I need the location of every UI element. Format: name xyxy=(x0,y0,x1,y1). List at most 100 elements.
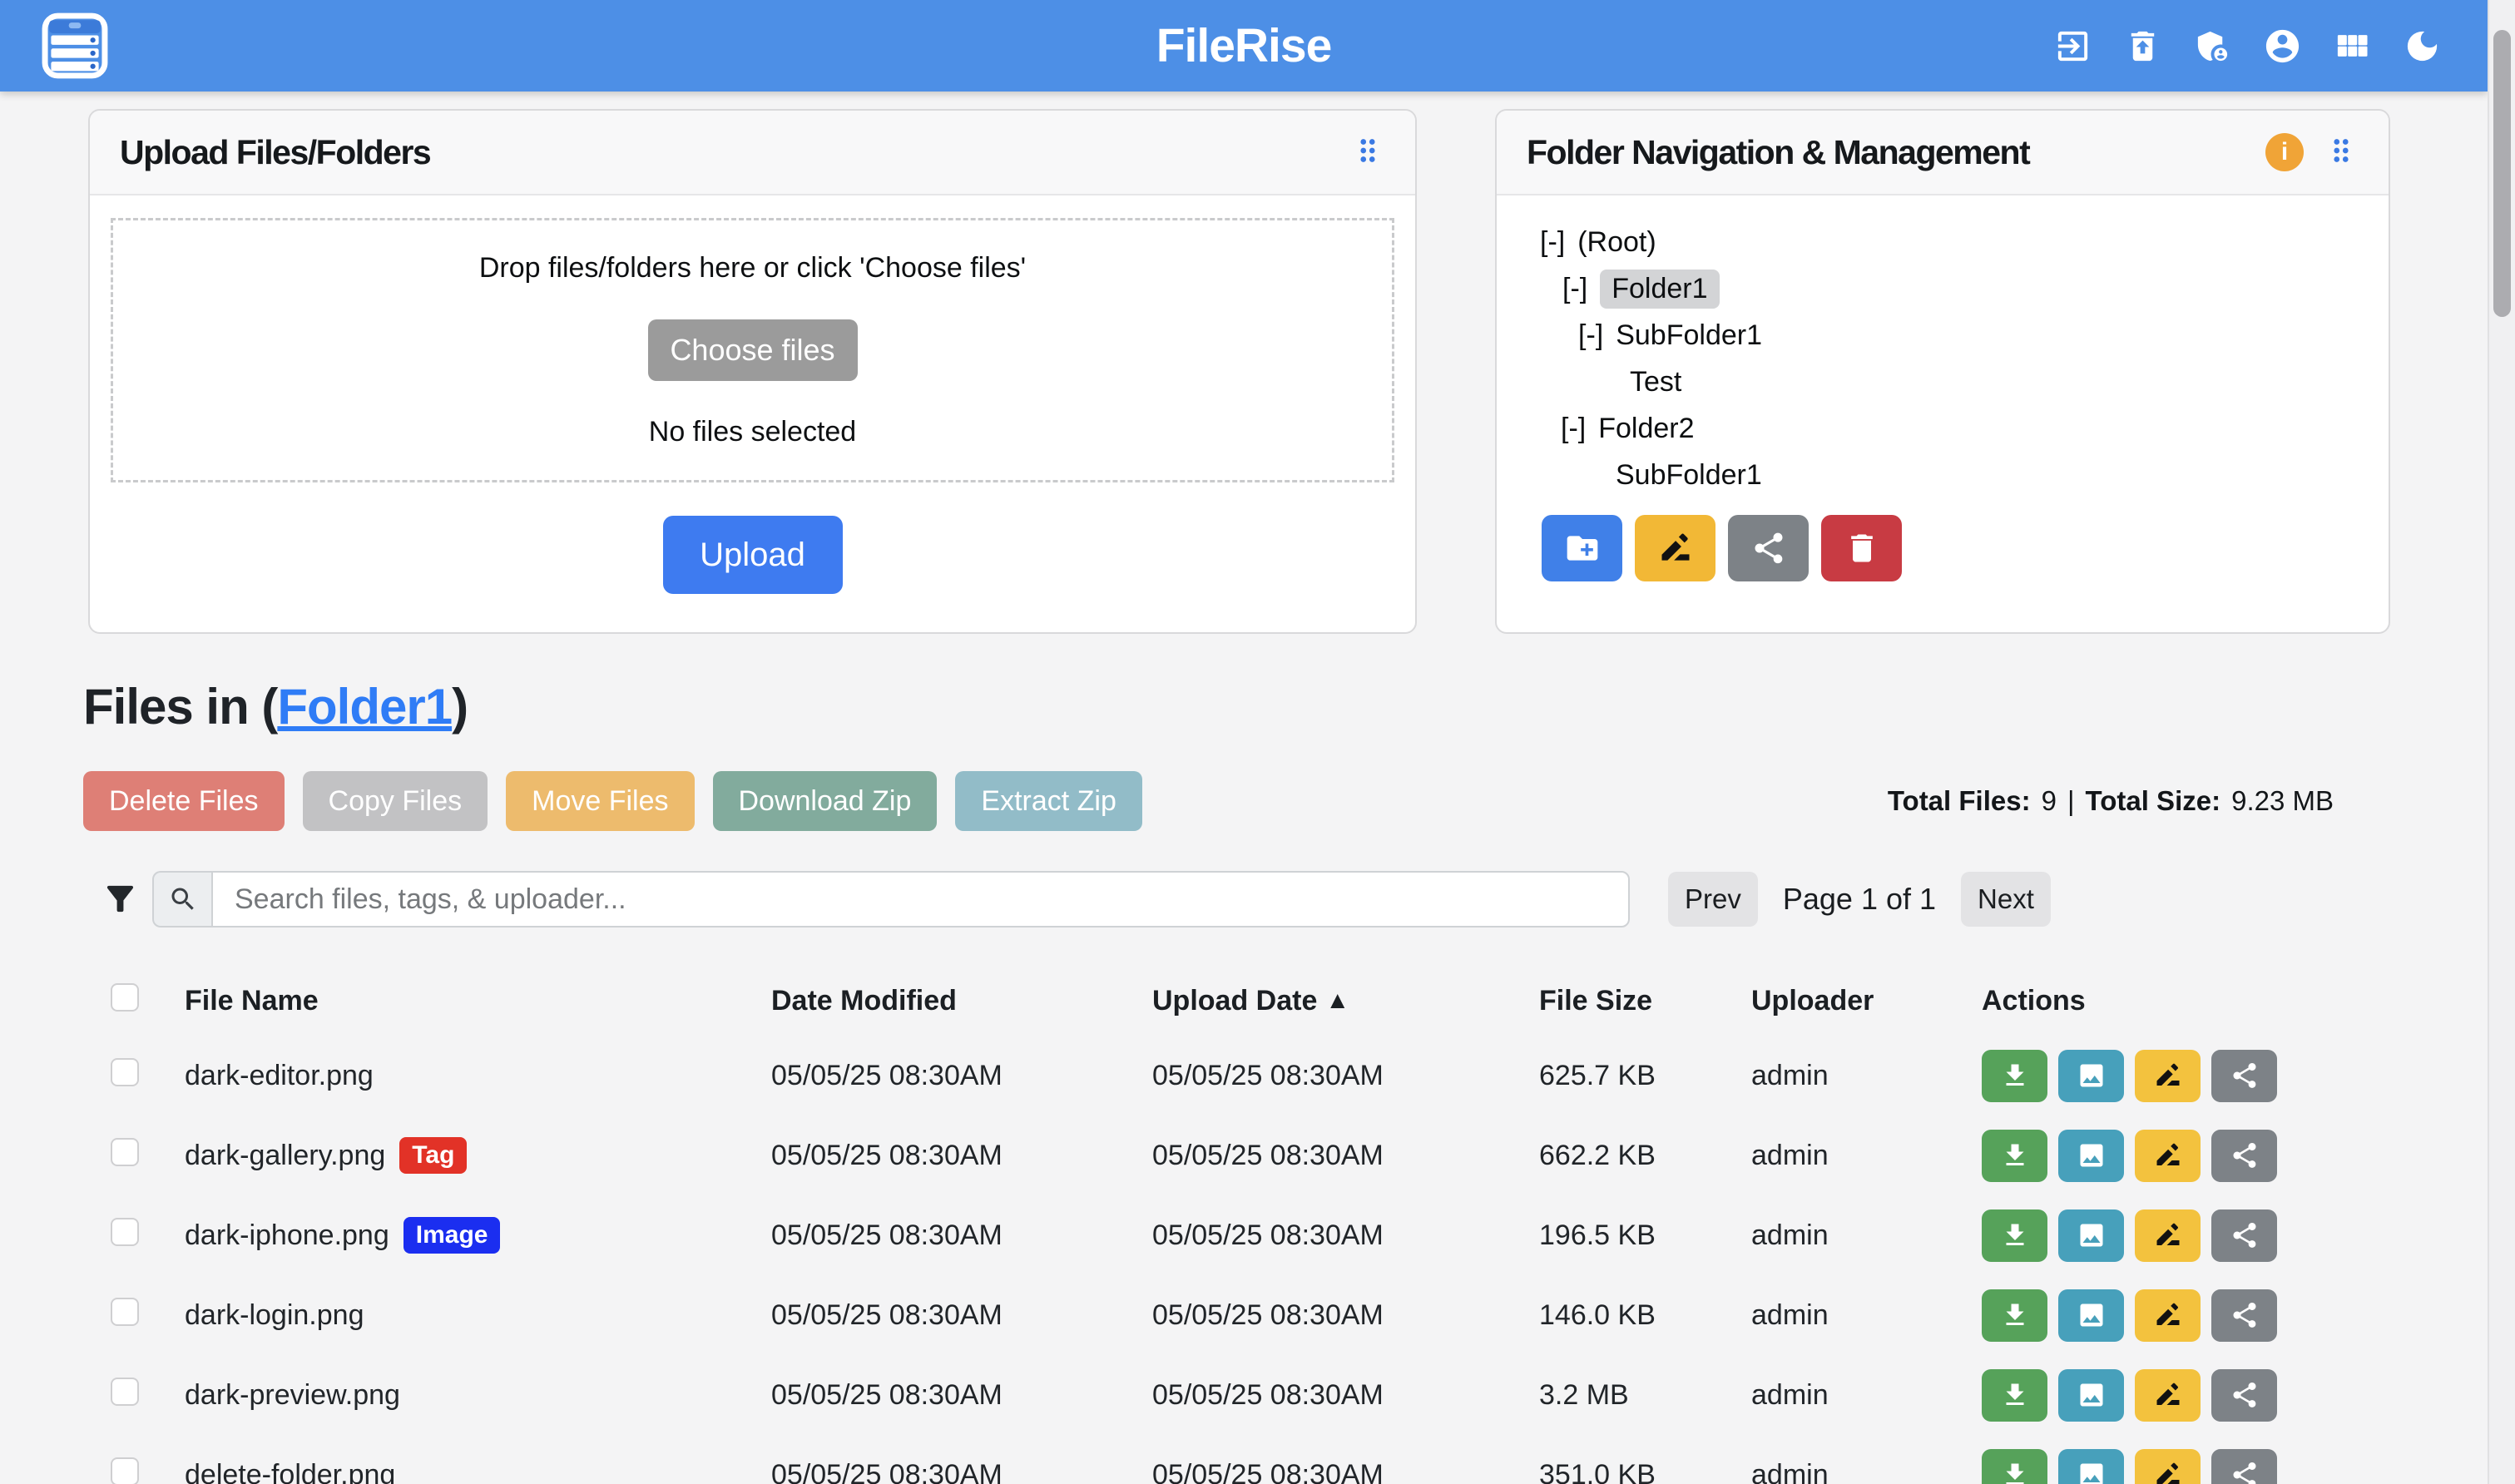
filter-button[interactable] xyxy=(101,879,140,918)
restore-trash-button[interactable] xyxy=(2123,27,2162,66)
file-name-cell: dark-login.png xyxy=(185,1299,771,1332)
current-folder-link[interactable]: Folder1 xyxy=(277,679,452,735)
tree-node-subfolder1[interactable]: [-] SubFolder1 xyxy=(1540,312,2389,359)
row-checkbox[interactable] xyxy=(111,1457,139,1484)
row-checkbox[interactable] xyxy=(111,1138,139,1166)
table-row: dark-gallery.pngTag 05/05/25 08:30AM 05/… xyxy=(111,1115,2266,1195)
share-folder-button[interactable] xyxy=(1728,515,1809,581)
rename-button[interactable] xyxy=(2135,1050,2201,1102)
share-button[interactable] xyxy=(2211,1369,2277,1422)
row-checkbox[interactable] xyxy=(111,1058,139,1086)
preview-button[interactable] xyxy=(2058,1130,2124,1182)
preview-button[interactable] xyxy=(2058,1449,2124,1484)
column-upload-date[interactable]: Upload Date▲ xyxy=(1152,985,1539,1017)
download-button[interactable] xyxy=(1982,1130,2047,1182)
scrollbar-track[interactable] xyxy=(2488,0,2515,1484)
prev-page-button[interactable]: Prev xyxy=(1668,872,1758,927)
filter-icon xyxy=(101,879,140,918)
upload-button[interactable]: Upload xyxy=(663,516,843,594)
share-icon xyxy=(2230,1380,2260,1410)
image-icon xyxy=(2077,1220,2107,1250)
preview-button[interactable] xyxy=(2058,1209,2124,1262)
drag-handle[interactable] xyxy=(1350,133,1385,172)
account-button[interactable] xyxy=(2263,27,2302,66)
download-button[interactable] xyxy=(1982,1289,2047,1342)
move-files-button[interactable]: Move Files xyxy=(506,771,694,831)
file-table: File Name Date Modified Upload Date▲ Fil… xyxy=(111,967,2266,1484)
preview-button[interactable] xyxy=(2058,1369,2124,1422)
column-file-size[interactable]: File Size xyxy=(1539,985,1751,1017)
tree-label[interactable]: Test xyxy=(1630,366,1681,398)
folder-card-header: Folder Navigation & Management i xyxy=(1497,111,2389,195)
tree-toggle[interactable]: [-] xyxy=(1561,413,1586,445)
sort-ascending-icon: ▲ xyxy=(1325,987,1349,1015)
delete-folder-button[interactable] xyxy=(1821,515,1902,581)
extract-zip-button[interactable]: Extract Zip xyxy=(955,771,1141,831)
drag-handle[interactable] xyxy=(2324,133,2359,172)
row-checkbox[interactable] xyxy=(111,1298,139,1326)
preview-button[interactable] xyxy=(2058,1289,2124,1342)
copy-files-button[interactable]: Copy Files xyxy=(303,771,488,831)
column-uploader[interactable]: Uploader xyxy=(1751,985,1982,1017)
tree-label[interactable]: SubFolder1 xyxy=(1616,459,1762,492)
app-logo-button[interactable] xyxy=(37,9,113,82)
download-button[interactable] xyxy=(1982,1369,2047,1422)
tree-node-folder1[interactable]: [-] Folder1 xyxy=(1540,265,2389,312)
row-checkbox[interactable] xyxy=(111,1218,139,1246)
share-button[interactable] xyxy=(2211,1289,2277,1342)
dark-mode-button[interactable] xyxy=(2403,27,2442,66)
tree-toggle[interactable]: [-] xyxy=(1562,273,1587,305)
file-size-cell: 3.2 MB xyxy=(1539,1379,1751,1412)
share-button[interactable] xyxy=(2211,1449,2277,1484)
column-file-name[interactable]: File Name xyxy=(185,985,771,1017)
rename-button[interactable] xyxy=(2135,1209,2201,1262)
tree-toggle[interactable]: [-] xyxy=(1540,226,1565,259)
rename-button[interactable] xyxy=(2135,1449,2201,1484)
select-all-checkbox[interactable] xyxy=(111,983,139,1012)
rename-button[interactable] xyxy=(2135,1130,2201,1182)
date-modified-cell: 05/05/25 08:30AM xyxy=(771,1379,1152,1412)
tree-toggle[interactable]: [-] xyxy=(1578,319,1603,352)
date-modified-cell: 05/05/25 08:30AM xyxy=(771,1060,1152,1092)
next-page-button[interactable]: Next xyxy=(1961,872,2051,927)
download-zip-button[interactable]: Download Zip xyxy=(713,771,938,831)
download-button[interactable] xyxy=(1982,1050,2047,1102)
table-row: dark-iphone.pngImage 05/05/25 08:30AM 05… xyxy=(111,1195,2266,1275)
search-input[interactable] xyxy=(211,871,1630,928)
column-date-modified[interactable]: Date Modified xyxy=(771,985,1152,1017)
create-folder-button[interactable] xyxy=(1542,515,1622,581)
tree-label[interactable]: Folder2 xyxy=(1598,413,1694,445)
rename-folder-button[interactable] xyxy=(1635,515,1715,581)
grid-view-button[interactable] xyxy=(2333,27,2372,66)
tree-label[interactable]: SubFolder1 xyxy=(1616,319,1762,352)
rename-button[interactable] xyxy=(2135,1369,2201,1422)
tree-node-test[interactable]: Test xyxy=(1540,359,2389,405)
total-files-value: 9 xyxy=(2042,785,2057,817)
download-button[interactable] xyxy=(1982,1449,2047,1484)
choose-files-button[interactable]: Choose files xyxy=(648,319,858,381)
rename-button[interactable] xyxy=(2135,1289,2201,1342)
upload-date-cell: 05/05/25 08:30AM xyxy=(1152,1299,1539,1332)
dropzone-hint: Drop files/folders here or click 'Choose… xyxy=(479,252,1026,284)
tree-label[interactable]: (Root) xyxy=(1577,226,1656,259)
info-icon[interactable]: i xyxy=(2265,133,2304,171)
row-actions xyxy=(1982,1369,2277,1422)
download-button[interactable] xyxy=(1982,1209,2047,1262)
logout-button[interactable] xyxy=(2053,27,2092,66)
share-button[interactable] xyxy=(2211,1209,2277,1262)
preview-button[interactable] xyxy=(2058,1050,2124,1102)
file-size-cell: 196.5 KB xyxy=(1539,1219,1751,1252)
delete-files-button[interactable]: Delete Files xyxy=(83,771,285,831)
tree-node-root[interactable]: [-] (Root) xyxy=(1540,219,2389,265)
account-circle-icon xyxy=(2263,27,2302,66)
file-dropzone[interactable]: Drop files/folders here or click 'Choose… xyxy=(111,218,1394,482)
tree-node-subfolder1-2[interactable]: SubFolder1 xyxy=(1540,452,2389,498)
share-button[interactable] xyxy=(2211,1130,2277,1182)
tree-node-folder2[interactable]: [-] Folder2 xyxy=(1540,405,2389,452)
scrollbar-thumb[interactable] xyxy=(2493,30,2511,317)
row-checkbox[interactable] xyxy=(111,1378,139,1406)
admin-panel-button[interactable] xyxy=(2193,27,2232,66)
share-button[interactable] xyxy=(2211,1050,2277,1102)
grid-view-icon xyxy=(2333,27,2372,66)
tree-label-selected[interactable]: Folder1 xyxy=(1600,270,1719,309)
